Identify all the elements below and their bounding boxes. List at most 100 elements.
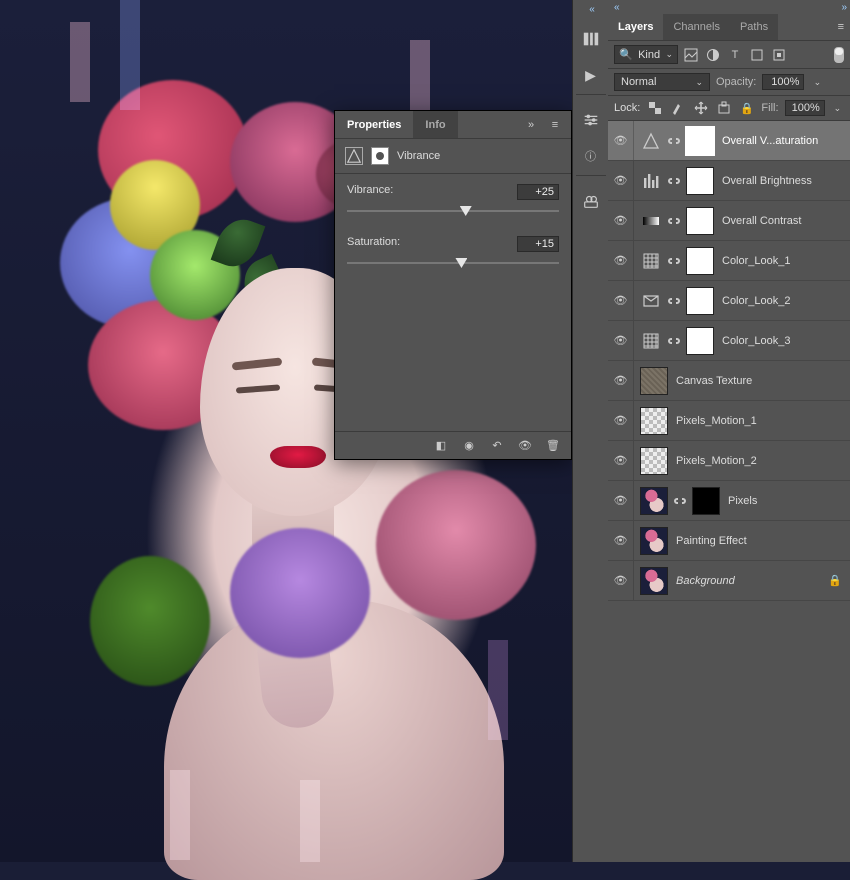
- tab-layers[interactable]: Layers: [608, 14, 663, 40]
- libraries-panel-icon[interactable]: [575, 186, 607, 216]
- view-previous-icon[interactable]: ◉: [461, 438, 477, 454]
- lock-artboard-icon[interactable]: [715, 100, 732, 116]
- layer-name-label[interactable]: Overall Contrast: [720, 215, 842, 227]
- layer-name-label[interactable]: Pixels: [726, 495, 842, 507]
- lock-all-icon[interactable]: 🔒: [738, 100, 755, 116]
- layer-mask-link-icon[interactable]: [667, 135, 681, 147]
- layer-visibility-toggle[interactable]: 👁: [608, 481, 634, 520]
- layer-visibility-toggle[interactable]: 👁: [608, 281, 634, 320]
- delete-adjustment-icon[interactable]: 🗑: [545, 438, 561, 454]
- filter-pixel-icon[interactable]: [682, 47, 700, 63]
- blend-mode-select[interactable]: Normal ⌄: [614, 73, 710, 91]
- saturation-slider[interactable]: [347, 256, 559, 270]
- layer-visibility-toggle[interactable]: 👁: [608, 521, 634, 560]
- layer-row[interactable]: 👁 Pixels: [608, 481, 850, 521]
- filter-smartobject-icon[interactable]: [770, 47, 788, 63]
- layer-visibility-toggle[interactable]: 👁: [608, 561, 634, 600]
- info-panel-icon[interactable]: ⓘ: [575, 141, 607, 171]
- layer-mask-link-icon[interactable]: [667, 295, 681, 307]
- filter-adjustment-icon[interactable]: [704, 47, 722, 63]
- filter-kind-select[interactable]: 🔍 Kind ⌄: [614, 45, 678, 64]
- layer-mask-link-icon[interactable]: [667, 335, 681, 347]
- layer-visibility-toggle[interactable]: 👁: [608, 401, 634, 440]
- layer-thumbnail[interactable]: [640, 367, 668, 395]
- layer-name-label[interactable]: Painting Effect: [674, 535, 842, 547]
- layer-mask-link-icon[interactable]: [667, 175, 681, 187]
- tab-channels[interactable]: Channels: [663, 14, 729, 40]
- layer-visibility-toggle[interactable]: 👁: [608, 161, 634, 200]
- layer-row[interactable]: 👁Background🔒: [608, 561, 850, 601]
- layer-name-label[interactable]: Canvas Texture: [674, 375, 842, 387]
- vibrance-slider[interactable]: [347, 204, 559, 218]
- layer-thumbnail[interactable]: [640, 567, 668, 595]
- layer-thumbnail[interactable]: [640, 447, 668, 475]
- layer-mask-thumbnail[interactable]: [692, 487, 720, 515]
- saturation-slider-thumb[interactable]: [455, 258, 467, 268]
- layer-visibility-toggle[interactable]: 👁: [608, 441, 634, 480]
- saturation-value-input[interactable]: +15: [517, 236, 559, 252]
- layer-mask-link-icon[interactable]: [673, 495, 687, 507]
- layer-mask-icon[interactable]: [371, 147, 389, 165]
- properties-panel[interactable]: Properties Info » ≡ Vibrance Vibrance: +…: [334, 110, 572, 460]
- tab-paths[interactable]: Paths: [730, 14, 778, 40]
- filter-type-icon[interactable]: T: [726, 47, 744, 63]
- reset-icon[interactable]: ↶: [489, 438, 505, 454]
- layer-thumbnail[interactable]: [640, 487, 668, 515]
- tab-properties[interactable]: Properties: [335, 111, 413, 138]
- layer-name-label[interactable]: Background: [674, 575, 822, 587]
- layer-mask-thumbnail[interactable]: [686, 207, 714, 235]
- layer-row[interactable]: 👁 Overall V...aturation: [608, 121, 850, 161]
- layer-mask-link-icon[interactable]: [667, 215, 681, 227]
- layer-visibility-toggle[interactable]: 👁: [608, 121, 634, 160]
- lock-transparency-icon[interactable]: [646, 100, 663, 116]
- layer-list[interactable]: 👁 Overall V...aturation 👁Overall Brightnes…: [608, 121, 850, 862]
- layer-row[interactable]: 👁 Color_Look_3: [608, 321, 850, 361]
- fill-input[interactable]: 100%: [785, 100, 825, 116]
- opacity-input[interactable]: 100%: [762, 74, 804, 90]
- expand-panel-icon[interactable]: »: [841, 2, 844, 13]
- layer-visibility-toggle[interactable]: 👁: [608, 321, 634, 360]
- collapse-panel-icon[interactable]: «: [614, 2, 617, 13]
- layer-row[interactable]: 👁 Color_Look_2: [608, 281, 850, 321]
- clip-to-layer-icon[interactable]: ◧: [433, 438, 449, 454]
- layer-visibility-toggle[interactable]: 👁: [608, 201, 634, 240]
- layer-row[interactable]: 👁 Overall Contrast: [608, 201, 850, 241]
- layer-row[interactable]: 👁 Painting Effect: [608, 521, 850, 561]
- lock-pixels-icon[interactable]: [669, 100, 686, 116]
- layer-mask-thumbnail[interactable]: [686, 327, 714, 355]
- layer-visibility-toggle[interactable]: 👁: [608, 241, 634, 280]
- panel-collapse-icon[interactable]: »: [523, 117, 539, 133]
- layer-name-label[interactable]: Overall V...aturation: [720, 135, 842, 147]
- layer-visibility-toggle[interactable]: 👁: [608, 361, 634, 400]
- layer-name-label[interactable]: Color_Look_3: [720, 335, 842, 347]
- layer-name-label[interactable]: Color_Look_2: [720, 295, 842, 307]
- layer-mask-thumbnail[interactable]: [686, 287, 714, 315]
- fill-dropdown-icon[interactable]: ⌄: [831, 103, 844, 114]
- lock-position-icon[interactable]: [692, 100, 709, 116]
- layer-mask-thumbnail[interactable]: [686, 247, 714, 275]
- expand-dock-icon[interactable]: «: [589, 4, 592, 18]
- layer-thumbnail[interactable]: [640, 527, 668, 555]
- filter-shape-icon[interactable]: [748, 47, 766, 63]
- layer-name-label[interactable]: Color_Look_1: [720, 255, 842, 267]
- layer-row[interactable]: 👁Overall Brightness: [608, 161, 850, 201]
- layer-mask-link-icon[interactable]: [667, 255, 681, 267]
- toggle-visibility-icon[interactable]: 👁: [517, 438, 533, 454]
- layer-name-label[interactable]: Pixels_Motion_2: [674, 455, 842, 467]
- vibrance-value-input[interactable]: +25: [517, 184, 559, 200]
- tab-info[interactable]: Info: [413, 111, 457, 138]
- layer-row[interactable]: 👁 Color_Look_1: [608, 241, 850, 281]
- panel-menu-icon[interactable]: ≡: [547, 117, 563, 133]
- layer-row[interactable]: 👁 Canvas Texture: [608, 361, 850, 401]
- history-panel-icon[interactable]: [575, 24, 607, 54]
- layers-panel-menu-icon[interactable]: ≡: [838, 21, 844, 33]
- layer-thumbnail[interactable]: [640, 407, 668, 435]
- opacity-dropdown-icon[interactable]: ⌄: [810, 77, 824, 88]
- layer-row[interactable]: 👁 Pixels_Motion_1: [608, 401, 850, 441]
- vibrance-slider-thumb[interactable]: [460, 206, 472, 216]
- adjustments-panel-icon[interactable]: [575, 105, 607, 135]
- layer-name-label[interactable]: Pixels_Motion_1: [674, 415, 842, 427]
- actions-panel-icon[interactable]: ▶: [575, 60, 607, 90]
- filter-toggle[interactable]: [834, 47, 844, 63]
- layer-row[interactable]: 👁 Pixels_Motion_2: [608, 441, 850, 481]
